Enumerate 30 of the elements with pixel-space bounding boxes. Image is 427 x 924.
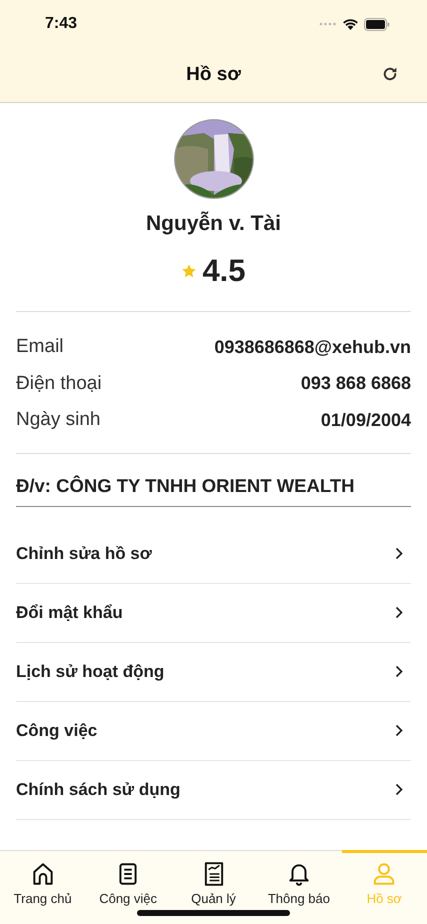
chevron-icon bbox=[395, 783, 403, 796]
menu-item[interactable]: Công việc bbox=[16, 702, 411, 760]
battery-icon bbox=[364, 18, 390, 30]
menu-item[interactable]: Chỉnh sửa hồ sơ bbox=[16, 524, 411, 584]
menu-item[interactable]: Đổi mật khẩu bbox=[16, 584, 411, 642]
info-value: 0938686868@xehub.vn bbox=[214, 336, 411, 358]
menu-item[interactable]: Lịch sử hoạt động bbox=[16, 642, 411, 702]
user-name: Nguyễn v. Tài bbox=[146, 212, 281, 236]
status-time: 7:43 bbox=[45, 15, 78, 33]
info-label: Ngày sinh bbox=[16, 409, 100, 432]
chevron-icon bbox=[395, 547, 403, 560]
tab[interactable]: Quản lý bbox=[170, 850, 256, 924]
info-value: 093 868 6868 bbox=[300, 373, 411, 394]
page-title: Hồ sơ bbox=[186, 64, 241, 86]
info-label: Điện thoại bbox=[16, 372, 102, 395]
tab[interactable]: Thông báo bbox=[256, 850, 342, 924]
star-icon bbox=[181, 263, 198, 279]
wifi-icon bbox=[342, 18, 359, 30]
chevron-icon bbox=[395, 724, 403, 737]
chevron-icon bbox=[395, 606, 403, 619]
menu-item[interactable]: Chính sách sử dụng bbox=[16, 760, 411, 820]
company-name: Đ/v: CÔNG TY TNHH ORIENT WEALTH bbox=[16, 454, 411, 506]
refresh-button[interactable] bbox=[381, 65, 399, 83]
tab[interactable]: Công việc bbox=[85, 850, 171, 924]
signal-icon bbox=[319, 22, 337, 26]
chevron-icon bbox=[395, 665, 403, 678]
info-label: Email bbox=[16, 336, 64, 358]
tab[interactable]: Trang chủ bbox=[0, 850, 86, 924]
rating-value: 4.5 bbox=[202, 253, 246, 289]
info-value: 01/09/2004 bbox=[320, 410, 411, 431]
